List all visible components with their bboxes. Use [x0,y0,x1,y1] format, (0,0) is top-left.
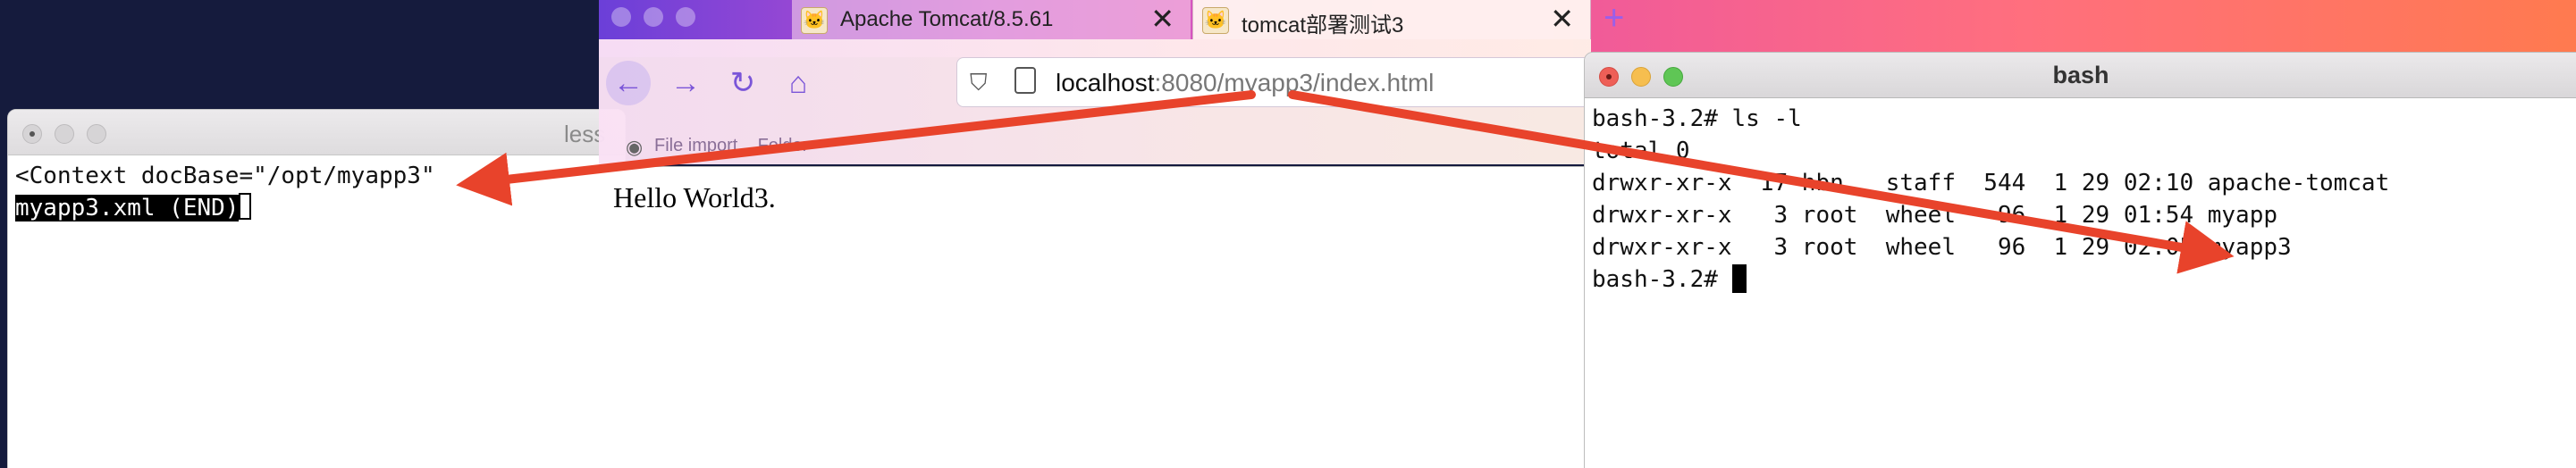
arrow-to-less-window [456,90,1256,206]
annotation-arrows [456,90,2235,274]
arrow-to-bash-window [1288,90,2235,274]
desktop: less <Context docBase="/opt/myapp3" myap… [0,0,2576,468]
